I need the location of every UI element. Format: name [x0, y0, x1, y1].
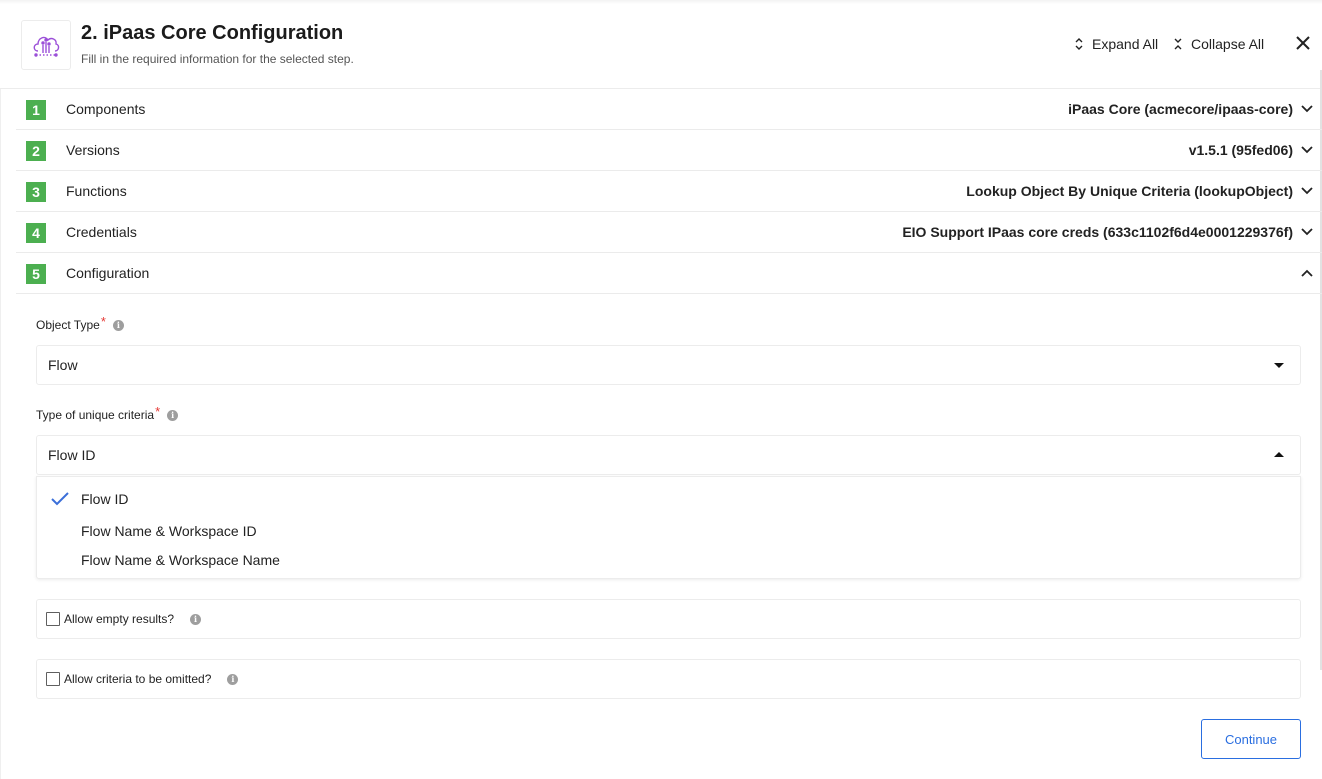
step-number-badge: 1	[26, 100, 46, 120]
close-icon[interactable]	[1294, 34, 1312, 52]
caret-down-icon	[1274, 363, 1284, 368]
step-credentials[interactable]: 4 Credentials EIO Support IPaas core cre…	[16, 212, 1322, 253]
step-label: Versions	[66, 142, 120, 158]
chevron-down-icon[interactable]	[1300, 103, 1314, 115]
page-subtitle: Fill in the required information for the…	[81, 52, 354, 66]
info-icon[interactable]: i	[190, 613, 202, 625]
criteria-type-select[interactable]: Flow ID	[36, 435, 1301, 475]
component-logo	[21, 20, 71, 70]
object-type-value: Flow	[48, 357, 78, 373]
left-border	[0, 89, 1, 779]
page-title: 2. iPaas Core Configuration	[81, 22, 344, 44]
chevron-down-icon[interactable]	[1300, 226, 1314, 238]
dropdown-option-flow-name-workspace-id[interactable]: Flow Name & Workspace ID	[81, 523, 257, 539]
step-versions[interactable]: 2 Versions v1.5.1 (95fed06)	[16, 130, 1322, 171]
step-value: v1.5.1 (95fed06)	[1188, 142, 1293, 158]
allow-empty-results-checkbox[interactable]	[46, 612, 60, 626]
step-number-badge: 3	[26, 182, 46, 202]
step-number-badge: 5	[26, 264, 46, 284]
info-icon[interactable]: i	[167, 410, 179, 421]
step-value: iPaas Core (acmecore/ipaas-core)	[1068, 101, 1293, 117]
step-value: EIO Support IPaas core creds (633c1102f6…	[902, 224, 1293, 240]
info-icon[interactable]: i	[112, 320, 124, 331]
allow-empty-results-row: Allow empty results? i	[36, 599, 1301, 639]
allow-criteria-omitted-checkbox[interactable]	[46, 672, 60, 686]
step-label: Components	[66, 101, 146, 117]
step-label: Functions	[66, 183, 127, 199]
object-type-label: Object Type * i	[36, 314, 124, 332]
continue-button[interactable]: Continue	[1201, 719, 1301, 759]
allow-criteria-omitted-row: Allow criteria to be omitted? i	[36, 659, 1301, 699]
step-label: Configuration	[66, 265, 150, 281]
caret-up-icon	[1274, 452, 1284, 457]
dropdown-option-flow-id[interactable]: Flow ID	[81, 491, 128, 507]
step-configuration[interactable]: 5 Configuration	[16, 253, 1322, 294]
allow-criteria-omitted-label: Allow criteria to be omitted? i	[64, 672, 239, 686]
allow-empty-results-label: Allow empty results? i	[64, 612, 202, 626]
dropdown-option-flow-name-workspace-name[interactable]: Flow Name & Workspace Name	[81, 552, 280, 568]
required-marker: *	[155, 404, 161, 419]
collapse-all-button[interactable]: Collapse All	[1173, 36, 1264, 52]
step-functions[interactable]: 3 Functions Lookup Object By Unique Crit…	[16, 171, 1322, 212]
criteria-type-dropdown: Flow ID Flow Name & Workspace ID Flow Na…	[36, 476, 1301, 579]
step-value: Lookup Object By Unique Criteria (lookup…	[966, 183, 1293, 199]
expand-all-button[interactable]: Expand All	[1074, 36, 1158, 52]
object-type-select[interactable]: Flow	[36, 345, 1301, 385]
chevron-down-icon[interactable]	[1300, 185, 1314, 197]
step-number-badge: 2	[26, 141, 46, 161]
step-number-badge: 4	[26, 223, 46, 243]
required-marker: *	[100, 314, 106, 329]
collapse-all-label: Collapse All	[1191, 36, 1265, 52]
checkmark-icon	[51, 492, 69, 506]
expand-icon	[1075, 38, 1083, 50]
step-components[interactable]: 1 Components iPaas Core (acmecore/ipaas-…	[16, 89, 1322, 130]
steps-accordion: 1 Components iPaas Core (acmecore/ipaas-…	[16, 89, 1322, 294]
cloud-network-icon	[33, 36, 60, 57]
expand-all-label: Expand All	[1092, 36, 1159, 52]
dialog-header: 2. iPaas Core Configuration Fill in the …	[0, 0, 1322, 89]
chevron-up-icon[interactable]	[1300, 267, 1314, 279]
collapse-icon	[1174, 38, 1182, 50]
chevron-down-icon[interactable]	[1300, 144, 1314, 156]
criteria-type-label: Type of unique criteria * i	[36, 404, 179, 422]
info-icon[interactable]: i	[227, 673, 239, 685]
criteria-type-value: Flow ID	[48, 447, 96, 463]
step-label: Credentials	[66, 224, 137, 240]
